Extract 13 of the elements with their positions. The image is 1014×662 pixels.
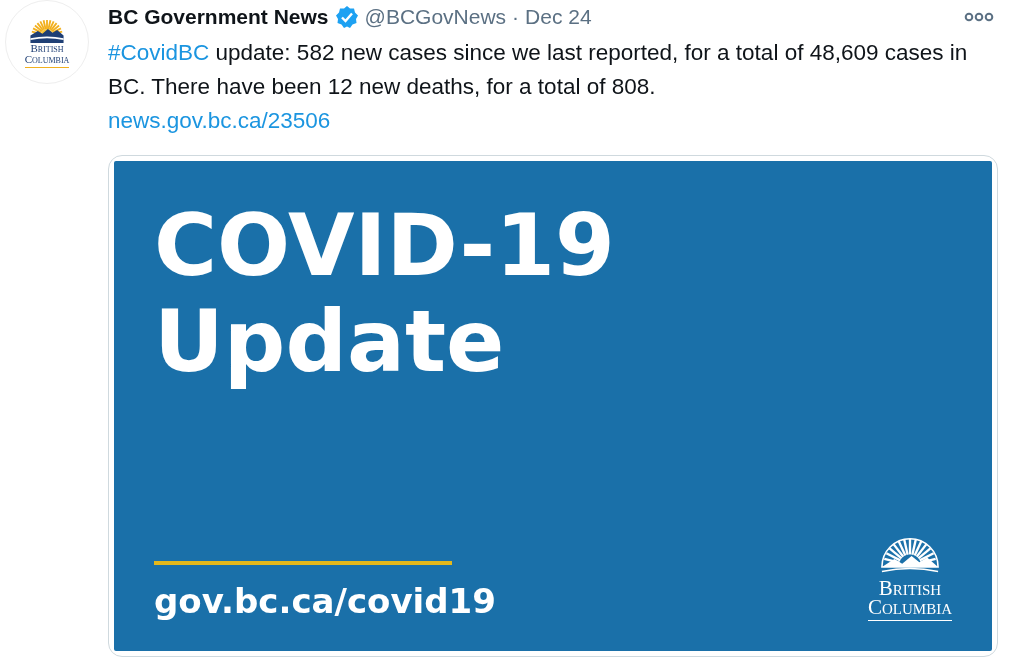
graphic-url: gov.bc.ca/covid19 <box>154 581 496 621</box>
more-icon[interactable] <box>964 12 994 22</box>
author-handle[interactable]: @BCGovNews <box>364 5 507 29</box>
graphic-title: COVID-19 Update <box>154 197 615 389</box>
separator: · <box>512 5 520 29</box>
author-name[interactable]: BC Government News <box>108 5 329 29</box>
article-link[interactable]: news.gov.bc.ca/23506 <box>108 104 331 138</box>
logo-text: British Columbia <box>24 42 70 68</box>
hashtag-link[interactable]: #CovidBC <box>108 40 210 65</box>
tweet-date[interactable]: Dec 24 <box>525 5 592 29</box>
media-card[interactable]: COVID-19 Update gov.bc.ca/covid19 British Columbia <box>108 155 998 657</box>
tweet-text: #CovidBC update: 582 new cases since we last reported, for a total of 48,609 cases in BC. There have been 12 new deaths, for a total of 808. <box>108 39 969 101</box>
logo-text: British Columbia <box>868 579 952 621</box>
